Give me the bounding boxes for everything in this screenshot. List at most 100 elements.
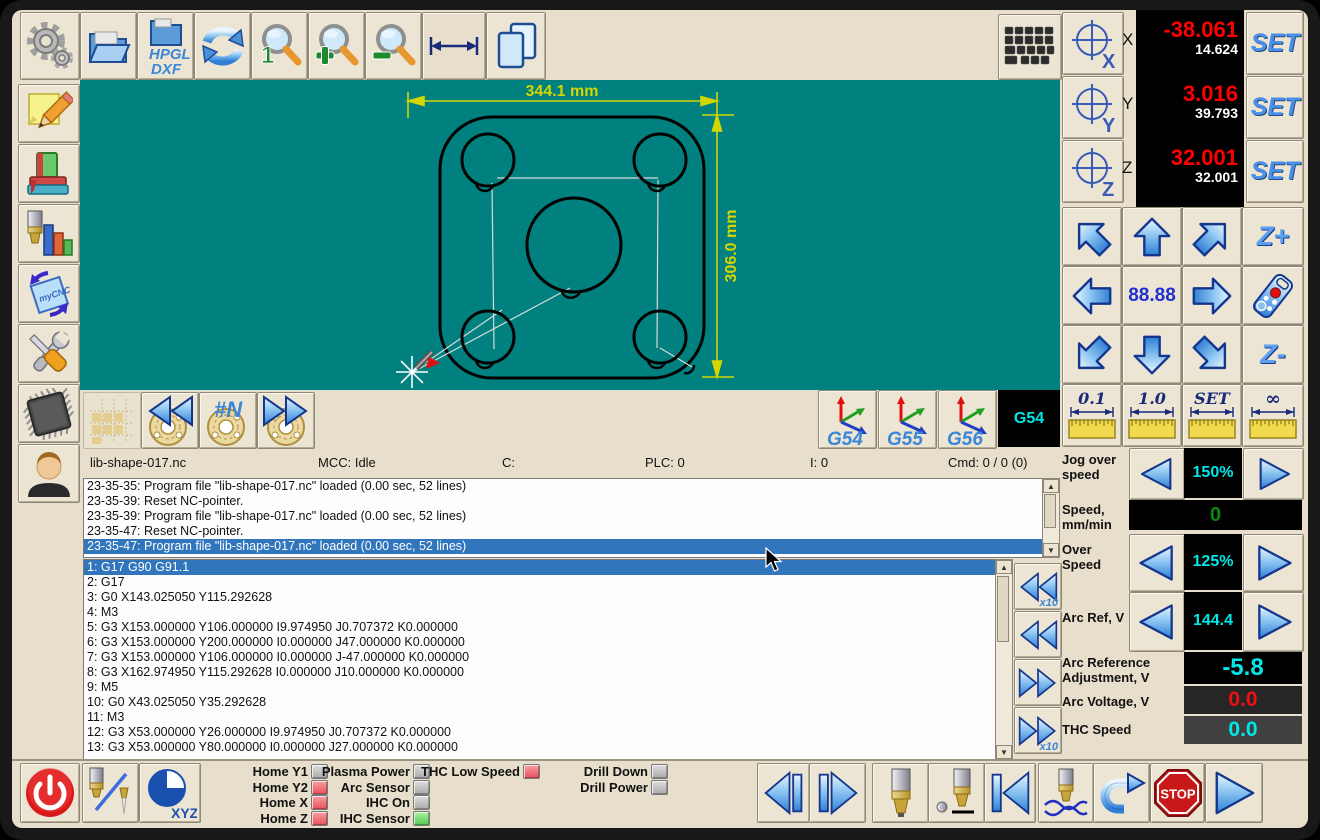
parts-grid-button[interactable]	[83, 392, 141, 449]
svg-text:G54: G54	[827, 429, 863, 446]
log-scrollbar[interactable]: ▲ ▼	[1042, 478, 1060, 558]
next-part-button[interactable]	[257, 392, 315, 449]
log-line[interactable]: 23-35-47: Reset NC-pointer.	[84, 524, 1042, 539]
scroll-down-button[interactable]: ▼	[996, 745, 1012, 759]
measure-button[interactable]	[422, 12, 486, 80]
part-number-button[interactable]: #N	[199, 392, 257, 449]
gcode-line[interactable]: 3: G0 X143.025050 Y115.292628	[84, 590, 996, 605]
jog-speed-display[interactable]: 88.88	[1122, 266, 1182, 325]
remote-control-button[interactable]	[1242, 266, 1304, 325]
gcode-line[interactable]: 2: G17	[84, 575, 996, 590]
gcode-line[interactable]: 1: G17 G90 G91.1	[84, 560, 996, 575]
log-panel[interactable]: 23-35-35: Program file "lib-shape-017.nc…	[83, 478, 1043, 558]
gcode-line[interactable]: 8: G3 X162.974950 Y115.292628 I0.000000 …	[84, 665, 996, 680]
jog-down-right-button[interactable]	[1182, 325, 1242, 384]
wcs-g54-button[interactable]: G54	[818, 390, 877, 449]
step-back-button[interactable]	[757, 763, 810, 823]
jog-z-minus-button[interactable]: Z-	[1242, 325, 1304, 384]
scroll-down-button[interactable]: ▼	[1043, 543, 1059, 557]
torch-preview-button[interactable]	[872, 763, 929, 823]
torch-water-button[interactable]	[1038, 763, 1094, 823]
jog-step-1.0-button[interactable]: 1.0	[1122, 384, 1182, 447]
gcode-line[interactable]: 12: G3 X53.000000 Y26.000000 I9.974950 J…	[84, 725, 996, 740]
jog-over-speed-decrease-button[interactable]	[1129, 448, 1185, 500]
gcode-line[interactable]: 6: G3 X153.000000 Y200.000000 I0.000000 …	[84, 635, 996, 650]
jog-down-button[interactable]	[1122, 325, 1182, 384]
zero-z-button[interactable]: Z	[1062, 140, 1124, 203]
arc-ref-increase-button[interactable]	[1243, 592, 1304, 652]
indicator-label: Drill Down	[448, 764, 648, 779]
import-hpgl-dxf-button[interactable]: HPGL DXF	[137, 12, 194, 80]
gcode-scrollbar[interactable]: ▲ ▼	[995, 559, 1013, 760]
x10-label: x10	[1040, 597, 1058, 609]
keyboard-icon	[1003, 24, 1057, 70]
settings-button[interactable]	[20, 12, 80, 80]
sidebar-mycnc-button[interactable]: myCNC	[18, 264, 80, 323]
jog-left-button[interactable]	[1062, 266, 1122, 325]
gcode-line[interactable]: 10: G0 X43.025050 Y35.292628	[84, 695, 996, 710]
sidebar-stats-button[interactable]	[18, 204, 80, 263]
previous-part-button[interactable]	[141, 392, 199, 449]
nc-pointer-back-button[interactable]	[1014, 611, 1062, 658]
stop-button[interactable]: STOP	[1150, 763, 1205, 823]
nc-pointer-back-x10-button[interactable]: x10	[1014, 563, 1062, 610]
sidebar-docs-button[interactable]	[18, 144, 80, 203]
gcode-line[interactable]: 13: G3 X53.000000 Y80.000000 I0.000000 J…	[84, 740, 996, 755]
gcode-line[interactable]: 4: M3	[84, 605, 996, 620]
nc-pointer-forward-x10-button[interactable]: x10	[1014, 707, 1062, 754]
torch-touchoff-button[interactable]	[928, 763, 985, 823]
arc-ref-decrease-button[interactable]	[1129, 592, 1185, 652]
jog-z-plus-button[interactable]: Z+	[1242, 207, 1304, 266]
set-x-button[interactable]: SET	[1246, 12, 1304, 75]
set-y-button[interactable]: SET	[1246, 76, 1304, 139]
jog-step-set-button[interactable]: SET	[1182, 384, 1242, 447]
log-line[interactable]: 23-35-39: Program file "lib-shape-017.nc…	[84, 509, 1042, 524]
scroll-up-button[interactable]: ▲	[1043, 479, 1059, 493]
open-file-button[interactable]	[80, 12, 137, 80]
back-to-path-button[interactable]	[1093, 763, 1150, 823]
zoom-out-button[interactable]	[365, 12, 422, 80]
dro-y-value2: 39.793	[1136, 106, 1244, 121]
set-z-button[interactable]: SET	[1246, 140, 1304, 203]
jog-over-speed-increase-button[interactable]	[1243, 448, 1304, 500]
zero-y-button[interactable]: Y	[1062, 76, 1124, 139]
zoom-fit-button[interactable]: 1	[251, 12, 308, 80]
gcode-line[interactable]: 5: G3 X153.000000 Y106.000000 I9.974950 …	[84, 620, 996, 635]
gcode-scroll-thumb[interactable]	[997, 576, 1009, 642]
log-scroll-thumb[interactable]	[1044, 494, 1056, 528]
scroll-up-button[interactable]: ▲	[996, 560, 1012, 574]
virtual-keyboard-button[interactable]	[998, 14, 1062, 80]
gcode-line[interactable]: 9: M5	[84, 680, 996, 695]
gcode-line[interactable]: 7: G3 X153.000000 Y106.000000 I0.000000 …	[84, 650, 996, 665]
jog-up-button[interactable]	[1122, 207, 1182, 266]
log-line[interactable]: 23-35-35: Program file "lib-shape-017.nc…	[84, 479, 1042, 494]
zoom-in-button[interactable]	[308, 12, 365, 80]
jog-up-right-button[interactable]	[1182, 207, 1242, 266]
pages-button[interactable]	[486, 12, 546, 80]
over-speed-increase-button[interactable]	[1243, 534, 1304, 592]
zero-x-button[interactable]: X	[1062, 12, 1124, 75]
sidebar-tools-button[interactable]	[18, 324, 80, 383]
jog-step-0.1-button[interactable]: 0.1	[1062, 384, 1122, 447]
sidebar-hardware-button[interactable]	[18, 384, 80, 443]
wcs-g55-button[interactable]: G55	[878, 390, 937, 449]
jog-step-infinite-button[interactable]: ∞	[1242, 384, 1304, 447]
jog-down-left-button[interactable]	[1062, 325, 1122, 384]
start-play-button[interactable]	[1205, 763, 1263, 823]
log-line[interactable]: 23-35-47: Program file "lib-shape-017.nc…	[84, 539, 1042, 554]
gcode-panel[interactable]: 1: G17 G90 G91.12: G173: G0 X143.025050 …	[83, 559, 997, 760]
toolpath-canvas[interactable]: 344.1 mm 306.0 mm	[80, 80, 1060, 390]
step-forward-button[interactable]	[809, 763, 866, 823]
flange-rewind-icon	[144, 395, 196, 447]
sidebar-notes-button[interactable]	[18, 84, 80, 143]
over-speed-decrease-button[interactable]	[1129, 534, 1185, 592]
log-line[interactable]: 23-35-39: Reset NC-pointer.	[84, 494, 1042, 509]
gcode-line[interactable]: 11: M3	[84, 710, 996, 725]
wcs-g56-button[interactable]: G56	[938, 390, 997, 449]
jog-up-left-button[interactable]	[1062, 207, 1122, 266]
goto-start-button[interactable]	[984, 763, 1036, 823]
jog-right-button[interactable]	[1182, 266, 1242, 325]
reload-button[interactable]	[194, 12, 251, 80]
nc-pointer-forward-button[interactable]	[1014, 659, 1062, 706]
power-button[interactable]	[20, 763, 80, 823]
